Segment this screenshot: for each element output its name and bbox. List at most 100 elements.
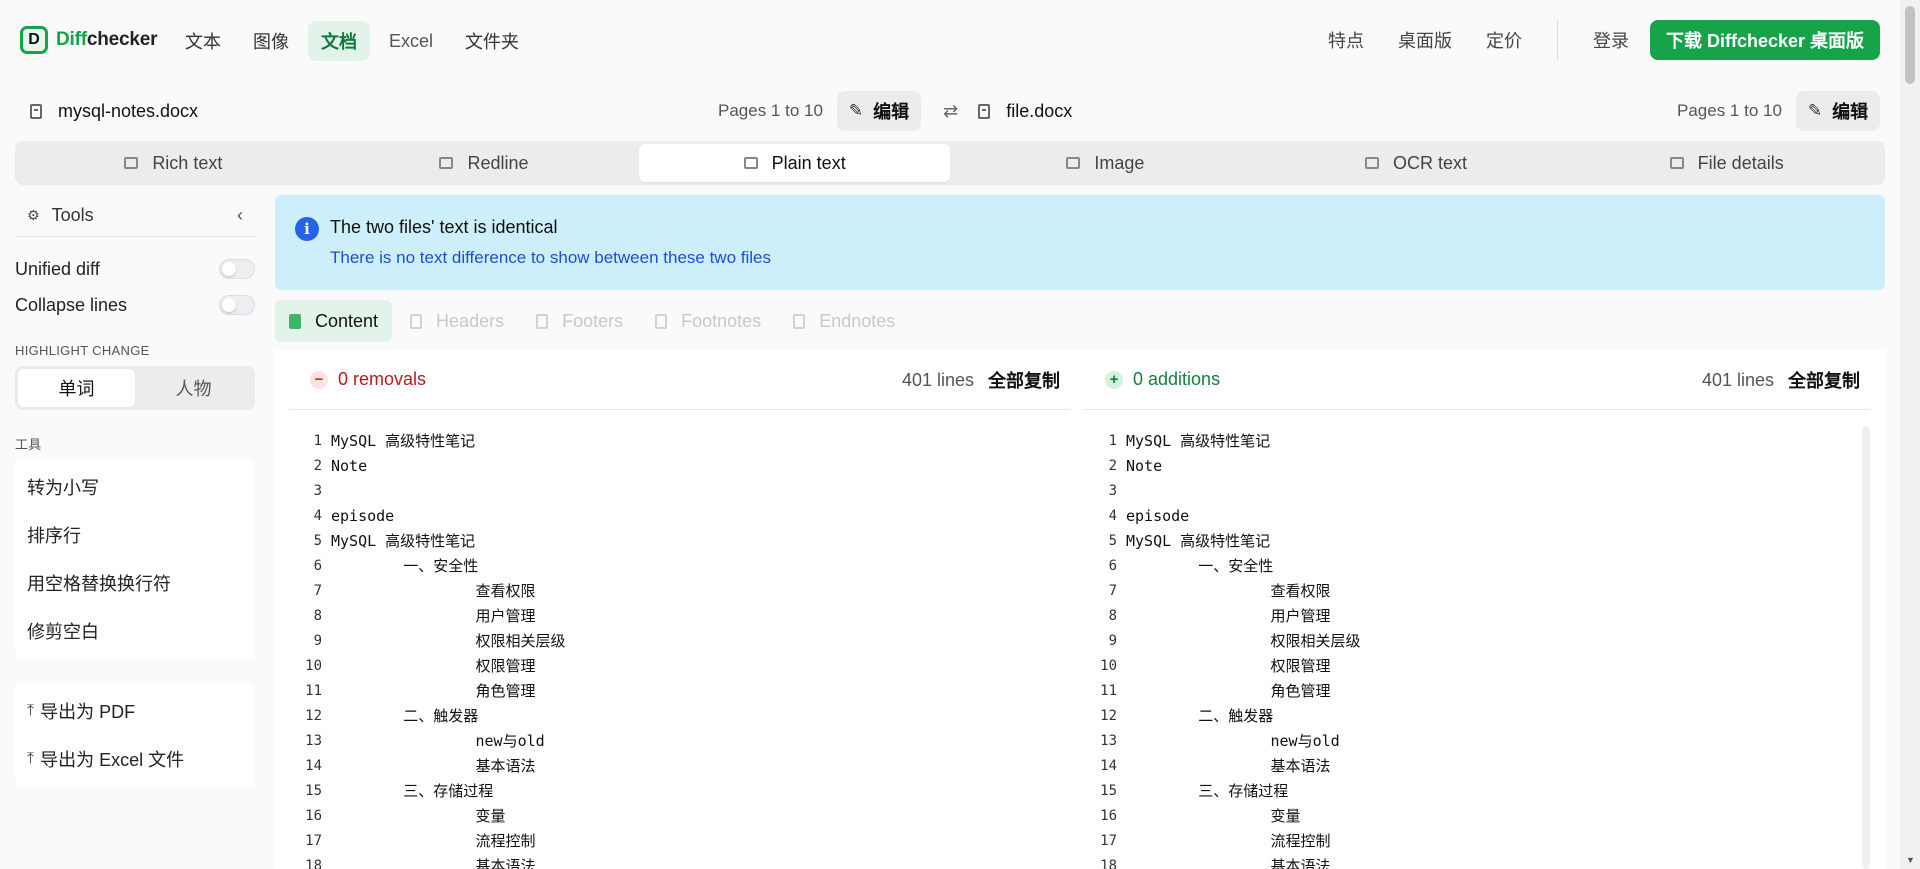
nav-text[interactable]: 文本 (172, 21, 234, 61)
tool-lowercase[interactable]: 转为小写 (15, 463, 255, 511)
line-number: 6 (1108, 557, 1117, 574)
highlight-char-option[interactable]: 人物 (135, 369, 252, 407)
tools-sidebar: ⚙ Tools ‹ Unified diff Collapse lines HIG… (15, 195, 255, 787)
code-line: 8 用户管理 (1085, 603, 1870, 628)
pencil-icon: ✎ (848, 101, 864, 120)
footnote-icon (655, 313, 668, 329)
line-number: 8 (313, 607, 322, 624)
swap-icon[interactable]: ⇄ (943, 101, 958, 122)
text-tools-card: 转为小写 排序行 用空格替换换行符 修剪空白 (15, 459, 255, 659)
tab-file-details[interactable]: File details (1571, 144, 1882, 182)
code-line: 11 角色管理 (290, 678, 1070, 703)
line-text: Note (331, 456, 368, 475)
line-text: 权限相关层级 (331, 632, 566, 650)
nav-excel[interactable]: Excel (376, 21, 446, 61)
right-copy-all-button[interactable]: 全部复制 (1788, 367, 1860, 393)
code-line: 12 二、触发器 (1085, 703, 1870, 728)
scroll-down-icon[interactable]: ▼ (1906, 855, 1915, 865)
unified-diff-toggle[interactable] (219, 259, 255, 279)
chevron-left-icon[interactable]: ‹ (237, 205, 243, 226)
line-text: 流程控制 (1126, 832, 1331, 850)
tool-replace-newlines[interactable]: 用空格替换换行符 (15, 559, 255, 607)
line-number: 7 (1108, 582, 1117, 599)
tab-plain-text[interactable]: Plain text (639, 144, 951, 182)
upload-icon: ⤒ (27, 702, 35, 719)
left-edit-button[interactable]: ✎ 编辑 (836, 91, 922, 131)
page-scrollbar[interactable]: ▼ (1900, 0, 1920, 869)
plus-circle-icon: + (1105, 370, 1123, 389)
code-line: 3 (290, 478, 1070, 503)
line-number: 7 (313, 582, 322, 599)
nav-images[interactable]: 图像 (240, 21, 302, 61)
line-number: 4 (313, 507, 322, 524)
right-file-name: file.docx (1006, 100, 1073, 121)
code-line: 5 MySQL 高级特性笔记 (290, 528, 1070, 553)
code-line: 15 三、存储过程 (290, 778, 1070, 803)
line-text: 角色管理 (1126, 682, 1331, 700)
tool-trim-whitespace[interactable]: 修剪空白 (15, 607, 255, 655)
rich-text-icon (124, 157, 139, 169)
login-link[interactable]: 登录 (1580, 20, 1642, 60)
line-number: 3 (313, 482, 322, 499)
info-subtitle: There is no text difference to show betw… (330, 248, 771, 267)
line-text: 二、触发器 (1126, 707, 1274, 725)
line-number: 18 (305, 857, 322, 869)
line-text: 基本语法 (331, 757, 536, 775)
ocr-icon (1365, 157, 1380, 169)
tab-content[interactable]: Content (275, 300, 393, 342)
tab-rich-text[interactable]: Rich text (18, 144, 329, 182)
export-pdf-button[interactable]: ⤒ 导出为 PDF (15, 687, 255, 735)
line-number: 12 (1100, 707, 1117, 724)
tools-header: ⚙ Tools ‹ (15, 195, 255, 237)
code-line: 1 MySQL 高级特性笔记 (290, 428, 1070, 453)
line-text: 流程控制 (331, 832, 536, 850)
nav-pricing[interactable]: 定价 (1473, 20, 1535, 60)
tab-ocr-text[interactable]: OCR text (1261, 144, 1572, 182)
tab-image[interactable]: Image (950, 144, 1261, 182)
line-number: 4 (1108, 507, 1117, 524)
nav-folders[interactable]: 文件夹 (452, 21, 532, 61)
nav-desktop[interactable]: 桌面版 (1385, 20, 1465, 60)
download-desktop-button[interactable]: 下载 Diffchecker 桌面版 (1649, 20, 1880, 60)
diffchecker-logo[interactable]: D Diffchecker (20, 26, 157, 54)
logo-icon: D (20, 26, 48, 54)
line-text: 一、安全性 (1126, 557, 1274, 575)
tab-redline[interactable]: Redline (329, 144, 640, 182)
line-number: 18 (1100, 857, 1117, 869)
redline-icon (439, 157, 454, 169)
code-line: 13 new与old (1085, 728, 1870, 753)
code-line: 17 流程控制 (1085, 828, 1870, 853)
code-line: 15 三、存储过程 (1085, 778, 1870, 803)
unified-diff-row: Unified diff (15, 251, 255, 287)
export-excel-button[interactable]: ⤒ 导出为 Excel 文件 (15, 735, 255, 783)
code-line: 9 权限相关层级 (1085, 628, 1870, 653)
nav-documents[interactable]: 文档 (308, 21, 370, 61)
nav-divider (1556, 20, 1558, 60)
code-line: 16 变量 (290, 803, 1070, 828)
nav-features[interactable]: 特点 (1315, 20, 1377, 60)
right-edit-button[interactable]: ✎ 编辑 (1795, 91, 1881, 131)
line-number: 11 (1100, 682, 1117, 699)
document-icon (410, 313, 423, 329)
scrollbar-thumb[interactable] (1905, 6, 1915, 84)
left-file-bar: mysql-notes.docx (30, 90, 198, 132)
collapse-lines-toggle[interactable] (219, 295, 255, 315)
endnote-icon (793, 313, 806, 329)
code-line: 2 Note (290, 453, 1070, 478)
left-pages-range: Pages 1 to 10 (718, 101, 823, 120)
tools-caption: 工具 (15, 437, 42, 452)
tool-sort-lines[interactable]: 排序行 (15, 511, 255, 559)
right-file-controls: Pages 1 to 10 ✎ 编辑 (1677, 90, 1881, 132)
right-line-count: 401 lines (1701, 369, 1774, 390)
line-text: 基本语法 (331, 857, 536, 869)
left-copy-all-button[interactable]: 全部复制 (988, 367, 1060, 393)
code-line: 1 MySQL 高级特性笔记 (1085, 428, 1870, 453)
line-text: new与old (331, 732, 545, 750)
right-pane-scrollbar[interactable] (1862, 426, 1870, 869)
line-text: 变量 (331, 807, 506, 825)
edit-label: 编辑 (873, 102, 910, 122)
line-number: 10 (1100, 657, 1117, 674)
collapse-lines-row: Collapse lines (15, 287, 255, 323)
highlight-word-option[interactable]: 单词 (18, 369, 135, 407)
line-text: 权限管理 (331, 657, 536, 675)
